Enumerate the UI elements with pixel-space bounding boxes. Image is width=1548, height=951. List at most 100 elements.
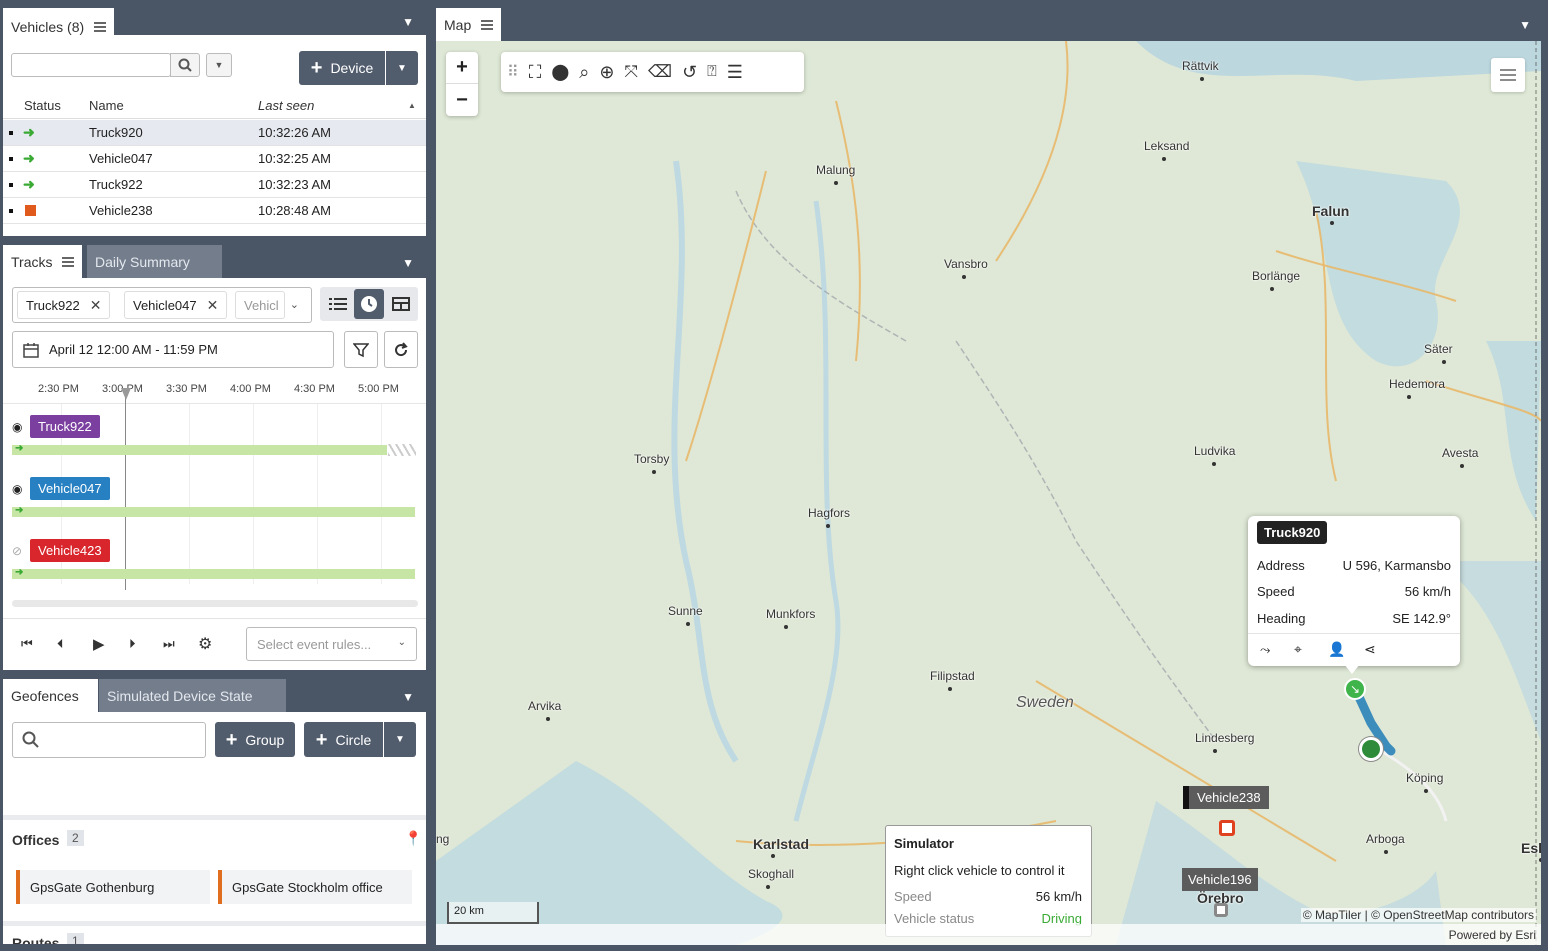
- table-row[interactable]: ➜ Vehicle047 10:32:25 AM: [3, 146, 426, 172]
- vehicle238-marker[interactable]: [1219, 820, 1235, 836]
- tab-map[interactable]: Map: [436, 8, 502, 41]
- date-range-field[interactable]: April 12 12:00 AM - 11:59 PM: [12, 331, 334, 368]
- simulator-speed-label: Speed: [894, 889, 932, 904]
- layers-icon[interactable]: ☰: [727, 62, 743, 83]
- eye-icon[interactable]: ◉: [12, 482, 22, 496]
- row-selector-icon[interactable]: [9, 130, 13, 135]
- zoom-in-button[interactable]: +: [446, 52, 478, 84]
- filter-button[interactable]: [344, 331, 378, 368]
- route-icon[interactable]: ⤳: [1260, 642, 1270, 658]
- sort-asc-icon[interactable]: ▲: [408, 101, 416, 110]
- close-icon[interactable]: ✕: [90, 297, 102, 314]
- add-group-button[interactable]: + Group: [215, 722, 295, 757]
- vehicle238-label[interactable]: Vehicle238: [1183, 786, 1269, 809]
- timeline-cursor[interactable]: [125, 390, 126, 590]
- row-selector-icon[interactable]: [9, 208, 13, 213]
- timeline-cursor-handle[interactable]: [121, 388, 131, 400]
- refresh-button[interactable]: [384, 331, 418, 368]
- track-vehicle-select[interactable]: Truck922 ✕ Vehicle047 ✕ Vehicl ⌄: [12, 287, 312, 323]
- eye-off-icon[interactable]: ⊘: [12, 544, 22, 558]
- search-button[interactable]: [170, 53, 200, 77]
- search-icon[interactable]: ⌕: [579, 62, 589, 83]
- tab-daily-summary[interactable]: Daily Summary: [87, 245, 222, 278]
- location-pin-icon[interactable]: ⬤: [551, 62, 569, 82]
- skip-end-icon[interactable]: ⏭: [163, 636, 175, 652]
- assign-user-icon[interactable]: 👤: [1328, 641, 1345, 658]
- tab-vehicles[interactable]: Vehicles (8): [3, 8, 115, 45]
- step-forward-icon[interactable]: ⏵: [129, 636, 136, 652]
- table-row[interactable]: Vehicle238 10:28:48 AM: [3, 198, 426, 224]
- add-device-button[interactable]: + Device: [299, 51, 385, 85]
- add-circle-dropdown[interactable]: ▼: [384, 722, 416, 757]
- geofence-search-input[interactable]: [12, 722, 206, 758]
- chevron-down-icon[interactable]: ▼: [402, 15, 414, 29]
- play-icon[interactable]: ▶: [93, 635, 105, 653]
- chevron-down-icon[interactable]: ▼: [1519, 18, 1531, 32]
- menu-icon[interactable]: [62, 256, 75, 267]
- track-end-marker[interactable]: [1359, 737, 1383, 761]
- table-row[interactable]: ➜ Truck920 10:32:26 AM: [3, 120, 426, 146]
- map-canvas[interactable]: Rättvik Leksand Malung Falun Borlänge Vansbro…: [436, 41, 1541, 945]
- column-status[interactable]: Status: [24, 98, 61, 113]
- vehicle196-label[interactable]: Vehicle196: [1182, 868, 1258, 891]
- skip-start-icon[interactable]: ⏮: [21, 636, 33, 652]
- chevron-down-icon[interactable]: ▼: [402, 256, 414, 270]
- truck920-marker[interactable]: ↘: [1344, 678, 1366, 700]
- powered-by-text[interactable]: Powered by Esri: [1449, 928, 1536, 942]
- table-view-button[interactable]: [387, 291, 415, 317]
- moving-arrow-icon: ➜: [15, 443, 24, 454]
- timeline-view-button[interactable]: [354, 289, 384, 319]
- attribution-text[interactable]: © MapTiler | © OpenStreetMap contributor…: [1300, 908, 1536, 922]
- row-selector-icon[interactable]: [9, 156, 13, 161]
- drag-handle-icon[interactable]: ⠿: [507, 62, 519, 82]
- add-circle-button[interactable]: + Circle: [304, 722, 383, 757]
- locate-icon[interactable]: ⌖: [1294, 641, 1302, 658]
- row-selector-icon[interactable]: [9, 182, 13, 187]
- office-stockholm[interactable]: GpsGate Stockholm office: [218, 870, 412, 904]
- tab-tracks[interactable]: Tracks: [3, 245, 83, 278]
- zoom-in-icon[interactable]: ⊕: [599, 62, 614, 83]
- eye-icon[interactable]: ◉: [12, 420, 22, 434]
- chevron-down-icon[interactable]: ⌄: [290, 298, 299, 311]
- close-icon[interactable]: ✕: [207, 297, 219, 314]
- tab-geofences[interactable]: Geofences: [3, 679, 98, 712]
- layer-list-button[interactable]: [1491, 58, 1525, 92]
- timeline[interactable]: 2:30 PM 3:00 PM 3:30 PM 4:00 PM 4:30 PM 5:00 …: [3, 376, 426, 607]
- add-device-dropdown[interactable]: ▼: [386, 51, 418, 85]
- vehicle196-marker[interactable]: [1214, 903, 1228, 917]
- track-name-chip[interactable]: Vehicle423: [30, 539, 110, 562]
- column-last-seen[interactable]: Last seen: [258, 98, 314, 113]
- list-view-button[interactable]: [324, 291, 352, 317]
- track-activity-bar[interactable]: [12, 445, 387, 455]
- map-place-label: Vansbro: [944, 257, 988, 271]
- step-back-icon[interactable]: ⏴: [57, 636, 64, 652]
- pin-icon[interactable]: 📍: [405, 830, 422, 847]
- office-gothenburg[interactable]: GpsGate Gothenburg: [16, 870, 210, 904]
- filter-dropdown-button[interactable]: ▼: [206, 53, 232, 77]
- event-rules-select[interactable]: Select event rules... ⌄: [246, 627, 417, 661]
- track-name-chip[interactable]: Vehicle047: [30, 477, 110, 500]
- vehicle-search-input[interactable]: [11, 53, 171, 77]
- table-row[interactable]: ➜ Truck922 10:32:23 AM: [3, 172, 426, 198]
- track-activity-bar[interactable]: [12, 507, 415, 517]
- query-area-icon[interactable]: ⍰: [707, 63, 717, 81]
- track-chip[interactable]: Truck922 ✕: [17, 291, 111, 319]
- fullscreen-icon[interactable]: ⛶: [529, 62, 542, 83]
- track-activity-bar[interactable]: [12, 569, 415, 579]
- undo-icon[interactable]: ↺: [682, 62, 697, 83]
- column-name[interactable]: Name: [89, 98, 124, 113]
- share-icon[interactable]: ⋖: [1364, 641, 1376, 658]
- zoom-extent-icon[interactable]: ⤧: [624, 62, 638, 82]
- menu-icon[interactable]: [481, 19, 494, 30]
- track-chip[interactable]: Vehicle047 ✕: [124, 291, 228, 319]
- track-name-chip[interactable]: Truck922: [30, 415, 100, 438]
- timeline-scrollbar[interactable]: [12, 600, 418, 607]
- chevron-down-icon[interactable]: ▼: [402, 690, 414, 704]
- track-chip[interactable]: Vehicl: [235, 291, 285, 319]
- zoom-out-button[interactable]: −: [446, 84, 478, 116]
- tab-simulated-device-state[interactable]: Simulated Device State: [99, 679, 286, 712]
- map-place-dot: [1212, 462, 1216, 466]
- eraser-icon[interactable]: ⌫: [648, 62, 672, 82]
- menu-icon[interactable]: [94, 21, 107, 32]
- gear-icon[interactable]: ⚙: [198, 634, 212, 654]
